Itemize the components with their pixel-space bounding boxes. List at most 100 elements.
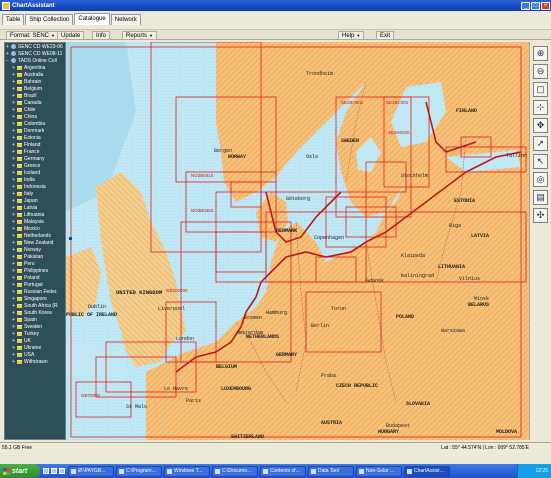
expand-icon[interactable]: + <box>11 72 16 78</box>
update-button[interactable]: Update <box>57 31 85 40</box>
tree-country-item[interactable]: + Australia <box>5 71 65 78</box>
info-button[interactable]: Info <box>92 31 111 40</box>
expand-icon[interactable]: + <box>11 191 16 197</box>
expand-icon[interactable]: + <box>11 205 16 211</box>
tree-country-item[interactable]: + Singapore <box>5 295 65 302</box>
tree-country-item[interactable]: + New Zealand <box>5 239 65 246</box>
zoom-in-icon[interactable]: ⊕ <box>533 46 548 61</box>
taskbar-task[interactable]: ChartAssist... <box>404 465 450 477</box>
map-canvas[interactable]: Trondheim Oslo Bergen NORWAY SWEDEN FINL… <box>66 42 529 440</box>
exit-button[interactable]: Exit <box>376 31 395 40</box>
crosshair-icon[interactable]: ⊹ <box>533 100 548 115</box>
tree-country-item[interactable]: + Indonesia <box>5 183 65 190</box>
tree-country-item[interactable]: + Italy <box>5 190 65 197</box>
expand-icon[interactable]: + <box>11 352 16 358</box>
tree-country-item[interactable]: + Philippines <box>5 267 65 274</box>
tree-country-item[interactable]: + France <box>5 148 65 155</box>
taskbar-task[interactable]: Windows T... <box>164 465 210 477</box>
tab-table[interactable]: Table <box>2 14 25 25</box>
expand-icon[interactable]: + <box>11 65 16 71</box>
tree-country-item[interactable]: + USA <box>5 351 65 358</box>
expand-icon[interactable]: + <box>11 219 16 225</box>
tree-country-item[interactable]: + UK <box>5 337 65 344</box>
pan-icon[interactable]: ✥ <box>533 118 548 133</box>
tree-country-item[interactable]: + Finland <box>5 141 65 148</box>
expand-icon[interactable]: + <box>11 289 16 295</box>
expand-icon[interactable]: − <box>5 58 10 64</box>
taskbar-task[interactable]: C:\Program... <box>116 465 162 477</box>
expand-icon[interactable]: + <box>11 296 16 302</box>
tree-country-item[interactable]: + India <box>5 176 65 183</box>
taskbar-task[interactable]: Ø:\PAYGB... <box>68 465 114 477</box>
tree-country-item[interactable]: + Mexico <box>5 225 65 232</box>
expand-icon[interactable]: + <box>11 149 16 155</box>
expand-icon[interactable]: + <box>11 303 16 309</box>
taskbar-task[interactable]: Data Tool <box>308 465 354 477</box>
tree-country-item[interactable]: + Poland <box>5 274 65 281</box>
expand-icon[interactable]: + <box>11 331 16 337</box>
expand-icon[interactable]: + <box>11 324 16 330</box>
expand-icon[interactable]: + <box>11 268 16 274</box>
expand-icon[interactable]: + <box>5 44 10 50</box>
tree-country-item[interactable]: + Bahrain <box>5 78 65 85</box>
tree-country-item[interactable]: + Peru <box>5 260 65 267</box>
tree-country-item[interactable]: + Sweden <box>5 323 65 330</box>
expand-icon[interactable]: + <box>11 79 16 85</box>
expand-icon[interactable]: + <box>11 128 16 134</box>
tree-country-item[interactable]: + Pakistan <box>5 253 65 260</box>
zoom-out-icon[interactable]: ⊖ <box>533 64 548 79</box>
tools-icon[interactable]: ✣ <box>533 208 548 223</box>
tree-country-item[interactable]: + Canada <box>5 99 65 106</box>
expand-icon[interactable]: + <box>11 282 16 288</box>
tab-ship-collection[interactable]: Ship Collection <box>25 14 74 25</box>
tab-catalogue[interactable]: Catalogue <box>74 13 110 25</box>
select-arrow-icon[interactable]: ➚ <box>533 136 548 151</box>
expand-icon[interactable]: + <box>11 345 16 351</box>
tree-country-item[interactable]: + Norway <box>5 246 65 253</box>
tree-country-item[interactable]: + Greece <box>5 162 65 169</box>
expand-icon[interactable]: + <box>11 121 16 127</box>
media-icon[interactable] <box>59 468 65 474</box>
tree-country-item[interactable]: + Lithuania <box>5 211 65 218</box>
expand-icon[interactable]: + <box>11 135 16 141</box>
expand-icon[interactable]: + <box>11 310 16 316</box>
expand-icon[interactable]: + <box>11 114 16 120</box>
expand-icon[interactable]: + <box>11 275 16 281</box>
expand-icon[interactable]: + <box>11 198 16 204</box>
tree-country-item[interactable]: + Spain <box>5 316 65 323</box>
maximize-button[interactable]: □ <box>531 1 540 10</box>
expand-icon[interactable]: + <box>11 359 16 365</box>
tree-country-item[interactable]: + Latvia <box>5 204 65 211</box>
taskbar-task[interactable]: Non-Solar ... <box>356 465 402 477</box>
expand-icon[interactable]: + <box>11 254 16 260</box>
tree-country-item[interactable]: + Portugal <box>5 281 65 288</box>
taskbar-task[interactable]: Contents of... <box>260 465 306 477</box>
tree-root-item[interactable]: + SENC CD WE08-11 <box>5 50 65 57</box>
tree-country-item[interactable]: + Turkey <box>5 330 65 337</box>
tree-country-item[interactable]: + Russian Feder. <box>5 288 65 295</box>
pointer-icon[interactable]: ↖ <box>533 154 548 169</box>
expand-icon[interactable]: + <box>11 233 16 239</box>
chart-map[interactable]: Trondheim Oslo Bergen NORWAY SWEDEN FINL… <box>66 42 529 440</box>
tree-country-item[interactable]: + South Korea <box>5 309 65 316</box>
taskbar-task[interactable]: C:\Docume... <box>212 465 258 477</box>
expand-icon[interactable]: + <box>11 107 16 113</box>
desktop-icon[interactable] <box>51 468 57 474</box>
expand-icon[interactable]: + <box>11 240 16 246</box>
minimize-button[interactable]: _ <box>521 1 530 10</box>
expand-icon[interactable]: + <box>11 338 16 344</box>
tab-network[interactable]: Network <box>110 14 141 25</box>
reports-dropdown[interactable]: Reports ▼ <box>122 31 157 40</box>
format-dropdown[interactable]: Format: SENC ▼ <box>6 31 59 40</box>
help-dropdown[interactable]: Help ▼ <box>338 31 365 40</box>
expand-icon[interactable]: + <box>11 170 16 176</box>
compass-icon[interactable]: ◎ <box>533 172 548 187</box>
catalogue-tree[interactable]: + SENC CD WE23-06 + SENC CD WE08-11 − TADS On… <box>4 42 66 440</box>
tree-country-item[interactable]: + Malaysia <box>5 218 65 225</box>
expand-icon[interactable]: + <box>11 142 16 148</box>
tree-country-item[interactable]: + Ukraine <box>5 344 65 351</box>
close-button[interactable]: × <box>541 1 550 10</box>
expand-icon[interactable]: + <box>11 100 16 106</box>
tree-country-item[interactable]: + Estonia <box>5 134 65 141</box>
tree-country-item[interactable]: + Germany <box>5 155 65 162</box>
